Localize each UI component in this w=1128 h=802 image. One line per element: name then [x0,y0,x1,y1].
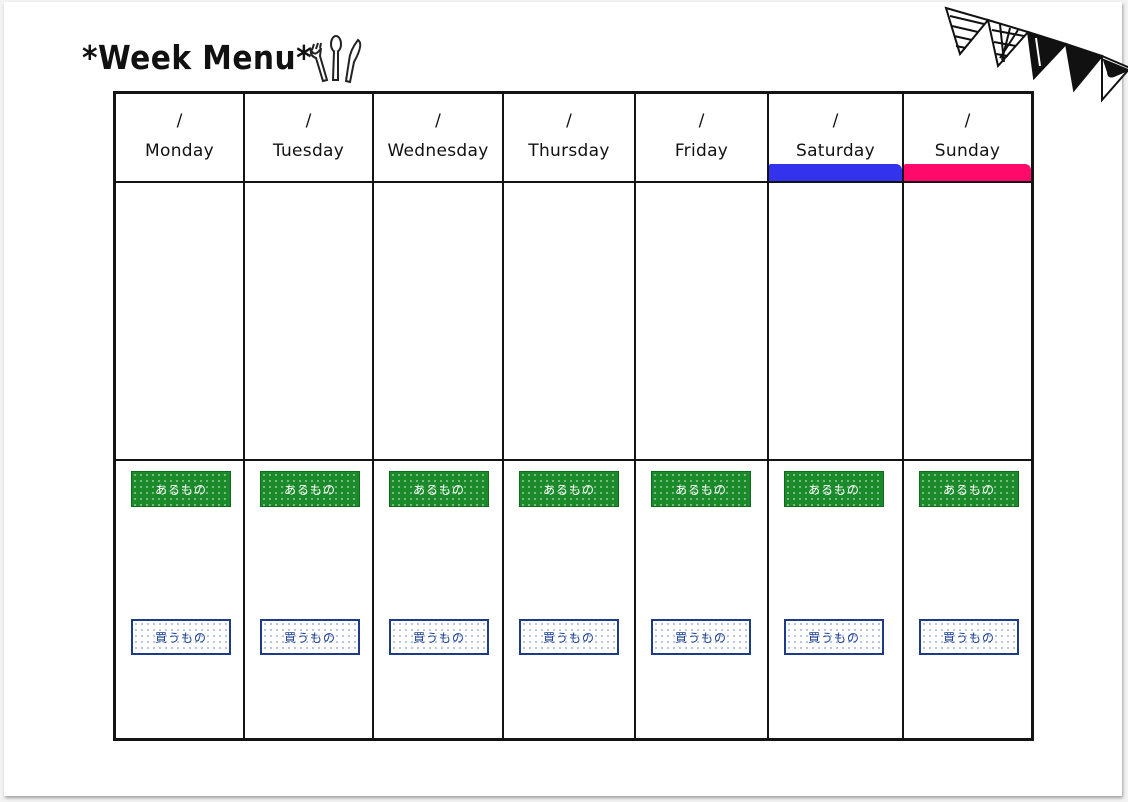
shopping-cell-monday[interactable]: あるもの 買うもの [116,461,245,738]
fork-spoon-knife-icon [309,35,362,84]
date-slot[interactable]: / [504,111,634,131]
date-slot[interactable]: / [245,111,372,131]
shopping-cell-friday[interactable]: あるもの 買うもの [636,461,769,738]
day-header-monday: / Monday [116,94,245,183]
day-header-wednesday: / Wednesday [374,94,504,183]
sunday-color-band [904,164,1031,181]
date-slot[interactable]: / [374,111,502,131]
menu-cell-saturday[interactable] [769,183,904,461]
have-items-label: あるもの [784,471,884,507]
menu-cell-friday[interactable] [636,183,769,461]
day-header-thursday: / Thursday [504,94,636,183]
date-slot[interactable]: / [904,111,1031,131]
date-slot[interactable]: / [769,111,902,131]
buy-items-label: 買うもの [131,619,231,655]
menu-cell-wednesday[interactable] [374,183,504,461]
day-name: Tuesday [272,141,345,161]
menu-cell-sunday[interactable] [904,183,1031,461]
shopping-cell-sunday[interactable]: あるもの 買うもの [904,461,1031,738]
menu-cell-thursday[interactable] [504,183,636,461]
day-name: Monday [145,141,214,161]
buy-items-label: 買うもの [260,619,360,655]
day-name: Thursday [528,141,610,161]
day-name: Wednesday [387,141,489,161]
buy-items-label: 買うもの [919,619,1019,655]
day-header-tuesday: / Tuesday [245,94,374,183]
date-slot[interactable]: / [116,111,243,131]
have-items-label: あるもの [131,471,231,507]
menu-cell-monday[interactable] [116,183,245,461]
date-slot[interactable]: / [636,111,767,131]
day-name: Saturday [795,141,875,161]
day-header-sunday: / Sunday [904,94,1031,183]
day-name: Sunday [934,141,1001,161]
week-menu-grid: / Monday / Tuesday / Wednesday / Thursday / Frida… [113,91,1034,741]
page-title: *Week Menu* [82,38,313,77]
shopping-cell-saturday[interactable]: あるもの 買うもの [769,461,904,738]
have-items-label: あるもの [519,471,619,507]
menu-cell-tuesday[interactable] [245,183,374,461]
have-items-label: あるもの [919,471,1019,507]
have-items-label: あるもの [260,471,360,507]
shopping-cell-tuesday[interactable]: あるもの 買うもの [245,461,374,738]
day-name: Friday [674,141,729,161]
menu-sheet: *Week Menu* / Monday / Tuesday / Wednesday / Th… [4,2,1128,796]
saturday-color-band [769,164,902,181]
buy-items-label: 買うもの [651,619,751,655]
day-header-saturday: / Saturday [769,94,904,183]
buy-items-label: 買うもの [784,619,884,655]
have-items-label: あるもの [651,471,751,507]
day-header-friday: / Friday [636,94,769,183]
buy-items-label: 買うもの [519,619,619,655]
buy-items-label: 買うもの [389,619,489,655]
shopping-cell-wednesday[interactable]: あるもの 買うもの [374,461,504,738]
have-items-label: あるもの [389,471,489,507]
shopping-cell-thursday[interactable]: あるもの 買うもの [504,461,636,738]
